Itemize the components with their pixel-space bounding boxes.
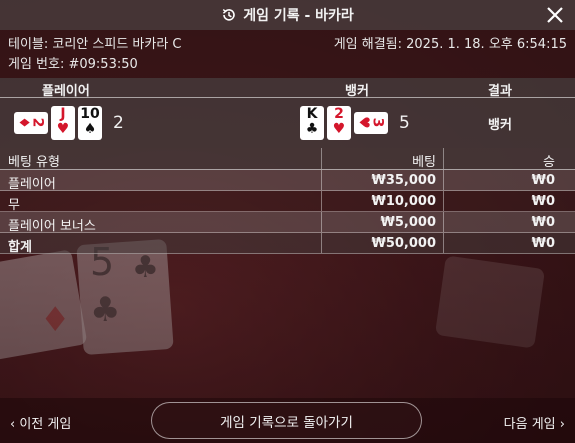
column-divider [443, 212, 444, 232]
next-game-link[interactable]: 다음 게임 › [504, 413, 565, 432]
column-header-type: 베팅 유형 [8, 155, 60, 170]
bet-type: 무 [8, 198, 20, 213]
win-amount: ₩0 [531, 194, 555, 209]
chevron-right-icon: › [559, 417, 565, 432]
win-amount: ₩0 [531, 173, 555, 188]
close-icon[interactable] [545, 5, 565, 25]
total-label: 합계 [8, 240, 32, 255]
card-rank: J [60, 106, 66, 122]
player-hand: 2 ♦ J ♥ 10 ♠ 2 [14, 106, 124, 140]
spade-icon: ♠ [83, 121, 97, 137]
bet-type: 플레이어 [8, 177, 56, 192]
table-row: 무 ₩10,000 ₩0 [0, 191, 575, 213]
bets-table: 베팅 유형 베팅 승 플레이어 ₩35,000 ₩0 무 ₩10,000 ₩0 … [0, 148, 575, 255]
column-header-bet: 베팅 [412, 155, 436, 170]
card-rank: 2 [29, 117, 46, 128]
club-icon: ♣ [305, 121, 319, 137]
table-header-row: 베팅 유형 베팅 승 [0, 148, 575, 170]
title-bar: 게임 기록 - 바카라 [0, 0, 575, 30]
bet-type: 플레이어 보너스 [8, 219, 96, 234]
column-divider [443, 191, 444, 211]
playing-card: 10 ♠ [78, 106, 102, 140]
page-title: 게임 기록 - 바카라 [243, 8, 354, 24]
win-amount: ₩0 [531, 215, 555, 230]
total-win: ₩0 [531, 236, 555, 251]
total-bet: ₩50,000 [371, 236, 436, 251]
card-rank: K [306, 106, 318, 122]
previous-game-link[interactable]: ‹ 이전 게임 [10, 413, 71, 432]
result-panel: 플레이어 뱅커 결과 2 ♦ J ♥ 10 ♠ 2 K ♣ 2 ♥ 3 ♥ 5 … [0, 78, 575, 148]
playing-card: 2 ♦ [14, 112, 48, 134]
banker-header: 뱅커 [345, 84, 369, 99]
column-divider [321, 170, 322, 190]
table-row: 플레이어 ₩35,000 ₩0 [0, 170, 575, 192]
heart-icon: ♥ [355, 116, 372, 129]
result-header: 결과 [488, 84, 512, 99]
bet-amount: ₩10,000 [371, 194, 436, 209]
bet-amount: ₩35,000 [371, 173, 436, 188]
card-rank: 3 [369, 117, 386, 128]
resolved-time: 게임 해결됨: 2025. 1. 18. 오후 6:54:15 [333, 37, 567, 52]
table-name: 테이블: 코리안 스피드 바카라 C [8, 37, 182, 52]
table-total-row: 합계 ₩50,000 ₩0 [0, 233, 575, 255]
banker-hand: K ♣ 2 ♥ 3 ♥ 5 [300, 106, 410, 140]
heart-icon: ♥ [56, 121, 70, 137]
player-score: 2 [113, 113, 124, 133]
table-row: 플레이어 보너스 ₩5,000 ₩0 [0, 212, 575, 234]
playing-card: J ♥ [51, 106, 75, 140]
column-divider [321, 233, 322, 253]
banker-score: 5 [399, 113, 410, 133]
next-game-label: 다음 게임 [503, 417, 556, 432]
column-divider [443, 233, 444, 253]
previous-game-label: 이전 게임 [19, 417, 72, 432]
playing-card: 3 ♥ [354, 112, 388, 134]
diamond-icon: ♦ [15, 116, 32, 129]
game-info: 테이블: 코리안 스피드 바카라 C 게임 번호: #09:53:50 게임 해… [0, 30, 575, 78]
card-rank: 2 [334, 106, 344, 122]
heart-icon: ♥ [332, 121, 346, 137]
result-header-row: 플레이어 뱅커 결과 [0, 78, 575, 99]
bet-amount: ₩5,000 [380, 215, 436, 230]
column-divider [321, 191, 322, 211]
column-divider [443, 148, 444, 169]
game-number: 게임 번호: #09:53:50 [8, 57, 138, 72]
footer-nav: ‹ 이전 게임 게임 기록으로 돌아가기 다음 게임 › [0, 398, 575, 443]
playing-card: K ♣ [300, 106, 324, 140]
player-header: 플레이어 [42, 84, 90, 99]
card-rank: 10 [80, 106, 100, 122]
column-header-win: 승 [543, 155, 555, 170]
column-divider [321, 148, 322, 169]
playing-card: 2 ♥ [327, 106, 351, 140]
column-divider [321, 212, 322, 232]
back-to-history-button[interactable]: 게임 기록으로 돌아가기 [151, 402, 422, 439]
history-icon [222, 9, 235, 21]
outcome-label: 뱅커 [488, 118, 512, 133]
chevron-left-icon: ‹ [10, 417, 16, 432]
column-divider [443, 170, 444, 190]
